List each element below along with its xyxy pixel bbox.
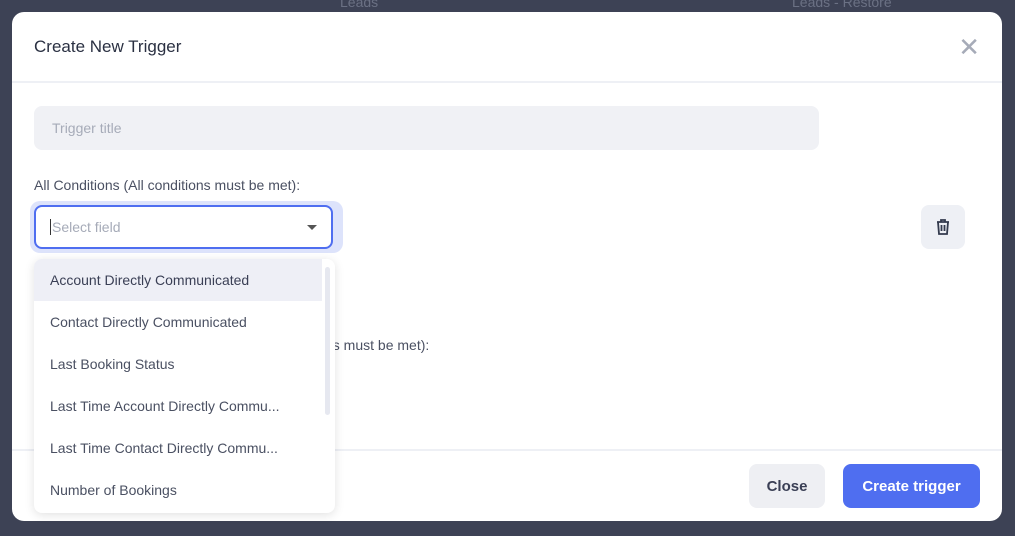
- option-last-booking-status[interactable]: Last Booking Status: [34, 343, 322, 385]
- all-conditions-label: All Conditions (All conditions must be m…: [34, 177, 301, 193]
- select-field-placeholder: Select field: [50, 219, 121, 235]
- delete-condition-button[interactable]: [921, 205, 965, 249]
- option-last-time-contact-directly-communicated[interactable]: Last Time Contact Directly Commu...: [34, 427, 322, 469]
- close-icon[interactable]: ✕: [958, 34, 980, 60]
- option-number-of-bookings[interactable]: Number of Bookings: [34, 469, 322, 511]
- select-field-focus-ring: Select field: [30, 201, 343, 253]
- background-item-leads: Leads: [340, 0, 379, 10]
- chevron-down-icon: [307, 224, 317, 230]
- modal-title: Create New Trigger: [34, 36, 182, 56]
- field-options-menu: Account Directly Communicated Contact Di…: [34, 259, 335, 513]
- select-field-dropdown[interactable]: Select field: [34, 205, 333, 249]
- any-conditions-label: ns must be met):: [325, 337, 430, 353]
- background-item-leads-restore: Leads - Restore: [792, 0, 892, 10]
- create-trigger-button[interactable]: Create trigger: [843, 464, 980, 508]
- modal-header: Create New Trigger ✕: [12, 12, 1002, 83]
- option-account-directly-communicated[interactable]: Account Directly Communicated: [34, 259, 322, 301]
- close-button[interactable]: Close: [749, 464, 825, 508]
- dropdown-scrollbar[interactable]: [325, 267, 330, 415]
- trash-icon: [937, 219, 949, 235]
- trigger-title-input[interactable]: [34, 106, 819, 150]
- create-trigger-modal: Create New Trigger ✕ All Conditions (All…: [12, 12, 1002, 521]
- option-contact-directly-communicated[interactable]: Contact Directly Communicated: [34, 301, 322, 343]
- option-last-time-account-directly-communicated[interactable]: Last Time Account Directly Commu...: [34, 385, 322, 427]
